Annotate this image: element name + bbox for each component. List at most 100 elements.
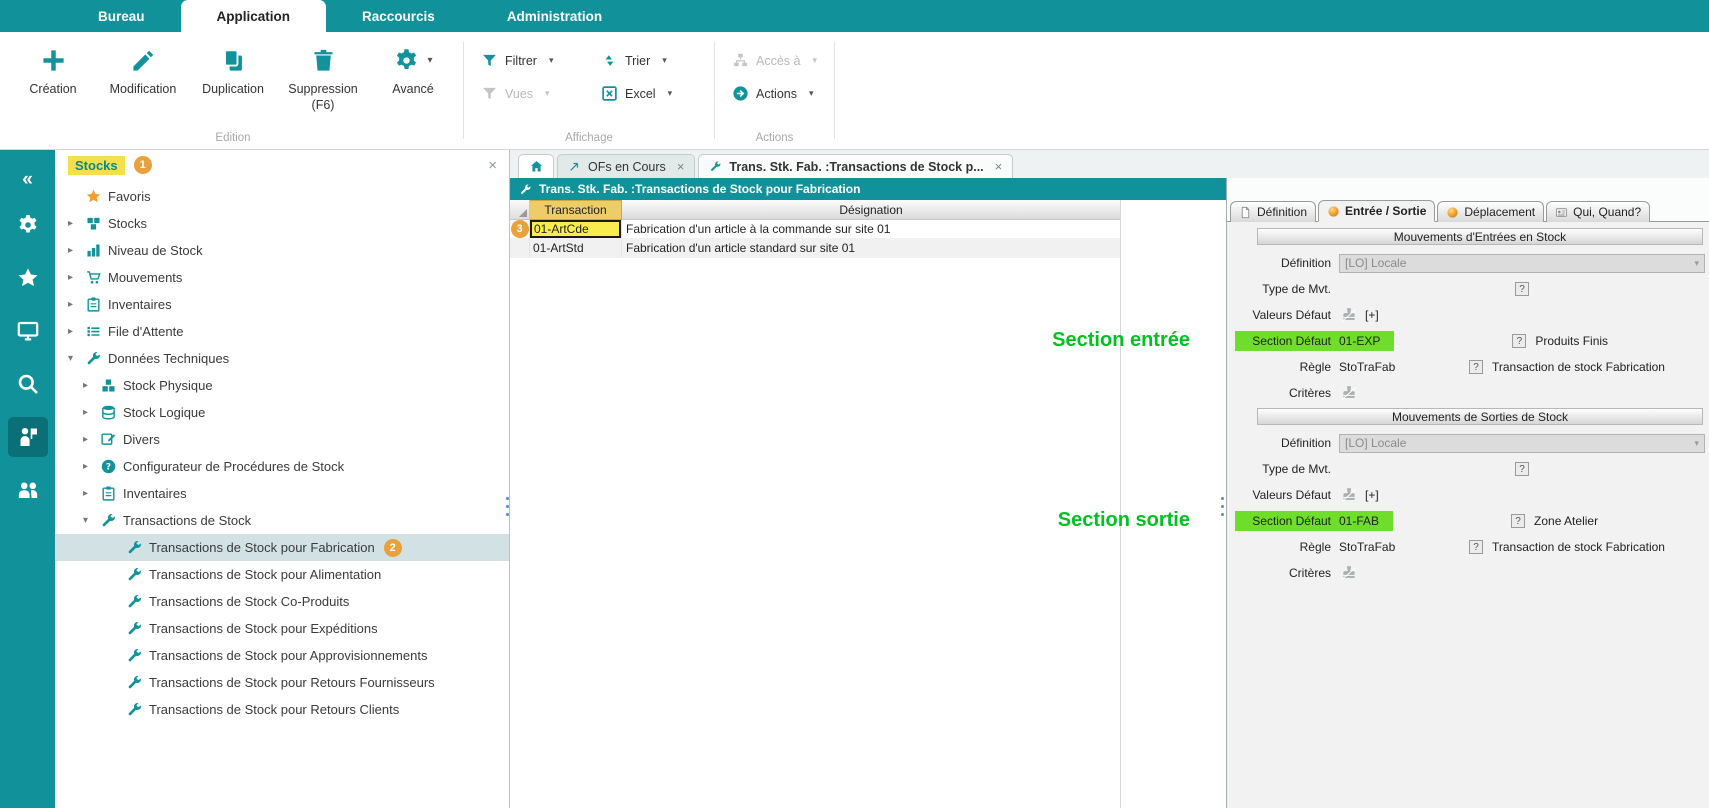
- cell-designation[interactable]: Fabrication d'un article standard sur si…: [622, 239, 1120, 257]
- chevron-down-icon[interactable]: ▾: [545, 88, 550, 99]
- ribbon-filtrer-button[interactable]: Filtrer▾: [481, 52, 577, 69]
- r-gle-value[interactable]: StoTraFab: [1339, 360, 1469, 374]
- table-row[interactable]: 301-ArtCdeFabrication d'un article à la …: [510, 220, 1120, 239]
- cell-transaction[interactable]: 01-ArtStd: [530, 239, 584, 257]
- ribbon-acc-s-button[interactable]: Accès à▾: [732, 52, 817, 69]
- menu-raccourcis[interactable]: Raccourcis: [326, 0, 471, 32]
- tab-ofs-en-cours[interactable]: OFs en Cours×: [557, 154, 695, 178]
- ribbon-suppression-f6-button[interactable]: Suppression (F6): [278, 36, 368, 114]
- tab-trans-stk-fab-transactions-de-stock-p[interactable]: Trans. Stk. Fab. :Transactions de Stock …: [698, 154, 1013, 178]
- d-finition-select[interactable]: [LO] Locale▾: [1339, 434, 1705, 453]
- row-selector-column[interactable]: [510, 200, 530, 220]
- tree-item-configurateur-de-proc-dures-de-stock[interactable]: ▸?Configurateur de Procédures de Stock: [55, 453, 509, 480]
- column-header-designation[interactable]: Désignation: [622, 200, 1120, 220]
- help-button[interactable]: ?: [1515, 282, 1529, 296]
- chevron-down-icon[interactable]: ▾: [809, 88, 814, 99]
- tree-item-file-d-attente[interactable]: ▸File d'Attente: [55, 318, 509, 345]
- d-finition-select[interactable]: [LO] Locale▾: [1339, 254, 1705, 273]
- ribbon-duplication-button[interactable]: Duplication: [188, 36, 278, 114]
- table-row[interactable]: 01-ArtStd Fabrication d'un article standa…: [510, 239, 1120, 258]
- menu-administration[interactable]: Administration: [471, 0, 638, 32]
- ribbon-trier-button[interactable]: Trier▾: [601, 52, 697, 69]
- splitter-handle[interactable]: [1221, 497, 1224, 521]
- chevron-right-icon[interactable]: ▸: [83, 380, 100, 391]
- tree-item-transactions-de-stock[interactable]: ▾Transactions de Stock: [55, 507, 509, 534]
- stamp-icon[interactable]: [1339, 486, 1359, 504]
- ribbon-cr-ation-button[interactable]: Création: [8, 36, 98, 114]
- ribbon-actions-button[interactable]: Actions▾: [732, 85, 817, 102]
- detail-tab-qui-quand[interactable]: Qui, Quand?: [1546, 201, 1650, 222]
- add-default-values-button[interactable]: [+]: [1365, 488, 1379, 502]
- r-gle-value[interactable]: StoTraFab: [1339, 540, 1469, 554]
- detail-tab-d-finition[interactable]: Définition: [1230, 201, 1316, 222]
- chevron-down-icon[interactable]: ▾: [427, 55, 432, 66]
- help-button[interactable]: ?: [1511, 514, 1525, 528]
- tree-item-niveau-de-stock[interactable]: ▸Niveau de Stock: [55, 237, 509, 264]
- splitter-handle[interactable]: [506, 497, 509, 521]
- tree-item-transactions-de-stock-pour-alimentation[interactable]: Transactions de Stock pour Alimentation: [55, 561, 509, 588]
- close-icon[interactable]: ×: [677, 159, 685, 174]
- tree-item-transactions-de-stock-pour-exp-ditions[interactable]: Transactions de Stock pour Expéditions: [55, 615, 509, 642]
- stamp-icon[interactable]: [1339, 384, 1359, 402]
- stamp-icon[interactable]: [1339, 564, 1359, 582]
- chevron-right-icon[interactable]: ▸: [68, 245, 85, 256]
- section-d-faut-value[interactable]: 01-FAB: [1339, 511, 1393, 531]
- help-button[interactable]: ?: [1512, 334, 1526, 348]
- strip-person-flag-icon[interactable]: [8, 417, 48, 457]
- chevron-right-icon[interactable]: ▸: [83, 434, 100, 445]
- add-default-values-button[interactable]: [+]: [1365, 308, 1379, 322]
- row-selector[interactable]: 3: [510, 220, 530, 238]
- tree-item-stocks[interactable]: ▸Stocks: [55, 210, 509, 237]
- menu-bureau[interactable]: Bureau: [62, 0, 181, 32]
- ribbon-avanc-button[interactable]: ▾Avancé: [368, 36, 458, 114]
- detail-tab-entr-e-sortie[interactable]: Entrée / Sortie: [1318, 200, 1435, 222]
- chevron-down-icon[interactable]: ▾: [549, 55, 554, 66]
- strip-monitor-icon[interactable]: [8, 311, 48, 351]
- detail-tab-d-placement[interactable]: Déplacement: [1437, 201, 1544, 222]
- tree-item-donn-es-techniques[interactable]: ▾Données Techniques: [55, 345, 509, 372]
- strip-star-icon[interactable]: [8, 258, 48, 298]
- tree-item-transactions-de-stock-pour-retours-fournisseurs[interactable]: Transactions de Stock pour Retours Fourn…: [55, 669, 509, 696]
- tree-item-stock-physique[interactable]: ▸Stock Physique: [55, 372, 509, 399]
- chevron-down-icon[interactable]: ▾: [812, 55, 817, 66]
- help-button[interactable]: ?: [1515, 462, 1529, 476]
- collapse-icon[interactable]: «: [8, 168, 48, 192]
- chevron-right-icon[interactable]: ▸: [68, 326, 85, 337]
- section-d-faut-value[interactable]: 01-EXP: [1339, 331, 1394, 351]
- tree-item-stock-logique[interactable]: ▸Stock Logique: [55, 399, 509, 426]
- cell-designation[interactable]: Fabrication d'un article à la commande s…: [622, 220, 1120, 238]
- tree-item-transactions-de-stock-pour-approvisionnements[interactable]: Transactions de Stock pour Approvisionne…: [55, 642, 509, 669]
- strip-gear-icon[interactable]: [8, 205, 48, 245]
- help-button[interactable]: ?: [1469, 540, 1483, 554]
- strip-people-icon[interactable]: [8, 470, 48, 510]
- chevron-right-icon[interactable]: ▸: [83, 407, 100, 418]
- tree-item-inventaires[interactable]: ▸Inventaires: [55, 480, 509, 507]
- nav-panel-title[interactable]: Stocks: [68, 156, 125, 175]
- tree-item-inventaires[interactable]: ▸Inventaires: [55, 291, 509, 318]
- chevron-down-icon[interactable]: ▾: [68, 353, 85, 364]
- ribbon-vues-button[interactable]: Vues▾: [481, 85, 577, 102]
- chevron-right-icon[interactable]: ▸: [83, 461, 100, 472]
- tree-item-mouvements[interactable]: ▸Mouvements: [55, 264, 509, 291]
- strip-search-icon[interactable]: [8, 364, 48, 404]
- chevron-down-icon[interactable]: ▾: [668, 88, 673, 99]
- tree-item-favoris[interactable]: Favoris: [55, 183, 509, 210]
- row-selector[interactable]: [510, 239, 530, 257]
- ribbon-excel-button[interactable]: Excel▾: [601, 85, 697, 102]
- chevron-right-icon[interactable]: ▸: [68, 218, 85, 229]
- chevron-down-icon[interactable]: ▾: [662, 55, 667, 66]
- tab-home[interactable]: [518, 154, 554, 178]
- chevron-right-icon[interactable]: ▸: [68, 299, 85, 310]
- help-button[interactable]: ?: [1469, 360, 1483, 374]
- tree-item-divers[interactable]: ▸Divers: [55, 426, 509, 453]
- stamp-icon[interactable]: [1339, 306, 1359, 324]
- column-header-transaction[interactable]: Transaction: [530, 200, 622, 220]
- tree-item-transactions-de-stock-pour-retours-clients[interactable]: Transactions de Stock pour Retours Clien…: [55, 696, 509, 723]
- menu-application[interactable]: Application: [181, 0, 327, 32]
- chevron-right-icon[interactable]: ▸: [68, 272, 85, 283]
- ribbon-modification-button[interactable]: Modification: [98, 36, 188, 114]
- tree-item-transactions-de-stock-co-produits[interactable]: Transactions de Stock Co-Produits: [55, 588, 509, 615]
- selected-cell[interactable]: 01-ArtCde: [530, 220, 621, 238]
- tree-item-transactions-de-stock-pour-fabrication[interactable]: Transactions de Stock pour Fabrication2: [55, 534, 509, 561]
- chevron-right-icon[interactable]: ▸: [83, 488, 100, 499]
